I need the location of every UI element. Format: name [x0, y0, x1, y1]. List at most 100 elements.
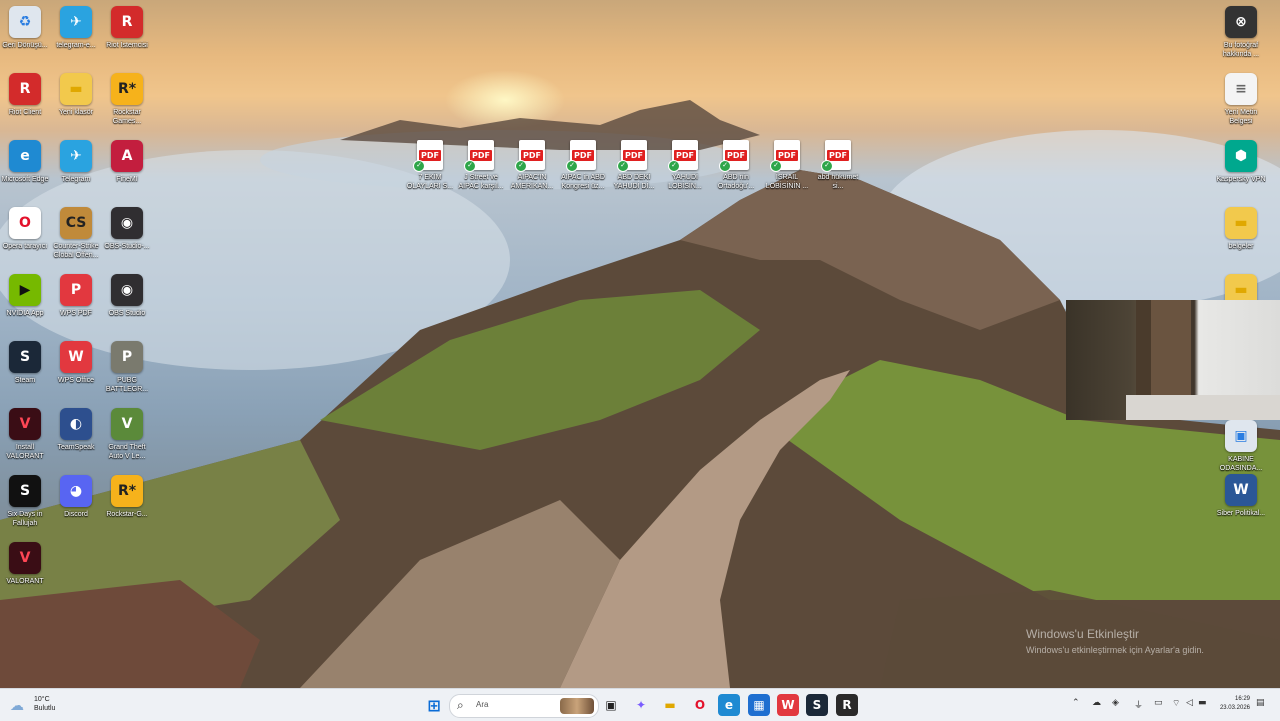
- desktop-icon-rockstar-g[interactable]: R* Rockstar-G...: [102, 473, 152, 535]
- desktop-icon-rockstar-games[interactable]: R* Rockstar Games...: [102, 71, 152, 133]
- security-icon[interactable]: ◈: [1112, 698, 1119, 708]
- desktop-icon-pubg-battlegr[interactable]: P PUBG BATTLEGR...: [102, 339, 152, 401]
- desktop-icon-riot-i-stemcisi[interactable]: R Riot İstemcisi: [102, 4, 152, 66]
- desktop-icon-label: Opera tarayıcı: [2, 243, 48, 250]
- desktop-icon-bu-foto-raf-hakk-nda[interactable]: ⊗ Bu fotoğraf hakkında ...: [1216, 4, 1266, 66]
- desktop-icon-wps-pdf[interactable]: P WPS PDF: [51, 272, 101, 334]
- desktop-icon-nvidia-app[interactable]: ▶ NVIDIA App: [0, 272, 50, 334]
- desktop-icon-obs-studio[interactable]: ◉ OBS Studio: [102, 272, 152, 334]
- pdf-file-icon[interactable]: PDF ✓ YAHUDİ LOBİSİN...: [660, 138, 710, 200]
- notification-icon[interactable]: ▤: [1256, 698, 1265, 708]
- pdf-tag: PDF: [776, 149, 798, 161]
- telegram-e-icon: ✈: [60, 6, 92, 38]
- desktop-icon-label: Riot İstemcisi: [106, 42, 148, 49]
- webcam-overlay: [1066, 300, 1280, 420]
- clock-time: 16:29: [1234, 696, 1250, 702]
- synced-check-icon: ✓: [515, 160, 527, 172]
- watermark-subtitle: Windows'u etkinleştirmek için Ayarlar'a …: [1026, 645, 1204, 655]
- usb-icon[interactable]: ⏚: [1134, 698, 1143, 711]
- taskbar-riot-button[interactable]: R: [836, 694, 858, 716]
- desktop-icon-label: Rockstar-G...: [106, 511, 148, 518]
- pdf-tag: PDF: [725, 149, 747, 161]
- desktop-icon-label: Bu fotoğraf hakkında ...: [1222, 42, 1260, 58]
- desktop-icon-belgeler[interactable]: ▬ belgeler: [1216, 205, 1266, 267]
- desktop-icon-siber-politikal[interactable]: W Siber Politikal...: [1216, 472, 1266, 534]
- taskbar-store-button[interactable]: ▦: [748, 694, 770, 716]
- search-box[interactable]: ⌕ Ara: [449, 694, 599, 718]
- taskbar-wps-office-button[interactable]: W: [777, 694, 799, 716]
- desktop-icon-kaspersky-vpn[interactable]: ⬢ Kaspersky VPN: [1216, 138, 1266, 200]
- desktop-icon-teamspeak[interactable]: ◐ TeamSpeak: [51, 406, 101, 468]
- taskbar-task-view-button[interactable]: ▣: [600, 694, 622, 716]
- pdf-file-icon[interactable]: PDF ✓ J Street ve AIPAC karşıl...: [456, 138, 506, 200]
- chevron-up-icon[interactable]: ⌃: [1072, 698, 1080, 708]
- taskbar-edge-button[interactable]: e: [718, 694, 740, 716]
- pdf-file-icon[interactable]: PDF ✓ ABD DEKİ YAHUDİ Dİ...: [609, 138, 659, 200]
- weather-widget[interactable]: ☁ 10°C Bulutlu: [10, 694, 80, 716]
- desktop-icon-label: Steam: [14, 377, 36, 384]
- desktop-icon-install-valorant[interactable]: V Install VALORANT: [0, 406, 50, 468]
- clock[interactable]: 16:29 23.03.2026: [1212, 695, 1250, 713]
- desktop-icon-label: Yeni Metin Belgesi: [1224, 109, 1258, 125]
- desktop-icon-microsoft-edge[interactable]: e Microsoft Edge: [0, 138, 50, 200]
- pdf-file-icon[interactable]: PDF ✓ İSRAİL LOBİSİNİN ...: [762, 138, 812, 200]
- pdf-file-icon[interactable]: PDF ✓ AIPAC'IN AMERİKAN...: [507, 138, 557, 200]
- desktop-icon-steam[interactable]: S Steam: [0, 339, 50, 401]
- pdf-file-icon[interactable]: PDF ✓ AIPAC in ABD Kongresi üz...: [558, 138, 608, 200]
- grand-theft-auto-v-le-icon: V: [111, 408, 143, 440]
- desktop-icon-label: Grand Theft Auto V Le...: [108, 444, 146, 460]
- pdf-tag: PDF: [521, 149, 543, 161]
- taskbar-copilot-button[interactable]: ✦: [630, 694, 652, 716]
- cloud-icon: ☁: [10, 697, 24, 713]
- desktop-icon-six-days-in-fallujah[interactable]: S Six Days in Fallujah: [0, 473, 50, 535]
- desktop-icon-obs-studio[interactable]: ◉ OBS-Studio-...: [102, 205, 152, 267]
- weather-temp: 10°C: [34, 696, 50, 703]
- desktop-icon-finemi[interactable]: A FineMI: [102, 138, 152, 200]
- desktop-icon-label: belgeler: [1228, 243, 1254, 250]
- desktop-icon-counter-strike-global-offen[interactable]: CS Counter-Strike Global Offen...: [51, 205, 101, 267]
- desktop-icon-opera-taray-c[interactable]: O Opera tarayıcı: [0, 205, 50, 267]
- activation-watermark: Windows'u Etkinleştir Windows'u etkinleş…: [1026, 626, 1204, 658]
- desktop-icon-label: WPS PDF: [60, 310, 92, 317]
- synced-check-icon: ✓: [413, 160, 425, 172]
- pdf-file-icon[interactable]: PDF ✓ 7 EKİM OLAYLARI S...: [405, 138, 455, 200]
- display-icon[interactable]: ▭: [1154, 698, 1163, 708]
- opera-taray-c-icon: O: [9, 207, 41, 239]
- rockstar-games-icon: R*: [111, 73, 143, 105]
- desktop-icon-label: Discord: [64, 511, 88, 518]
- teamspeak-icon: ◐: [60, 408, 92, 440]
- desktop-icon-riot-client[interactable]: R Riot Client: [0, 71, 50, 133]
- taskbar-opera-button[interactable]: O: [689, 694, 711, 716]
- desktop-icon-label: Counter-Strike Global Offen...: [53, 243, 99, 259]
- microsoft-edge-icon: e: [9, 140, 41, 172]
- desktop-icon-yeni-klas-r[interactable]: ▬ Yeni klasör: [51, 71, 101, 133]
- desktop-icon-discord[interactable]: ◕ Discord: [51, 473, 101, 535]
- desktop-icon-telegram-e[interactable]: ✈ telegram-e...: [51, 4, 101, 66]
- riot-client-icon: R: [9, 73, 41, 105]
- desktop-icon-label: Geri Dönüşü...: [2, 42, 48, 49]
- desktop-icon-wps-office[interactable]: W WPS Office: [51, 339, 101, 401]
- pdf-tag: PDF: [470, 149, 492, 161]
- desktop-icon-kabi-ne-odasinda[interactable]: ▣ KABİNE ODASINDA...: [1216, 418, 1266, 480]
- desktop-icon-geri-d-n[interactable]: ♻ Geri Dönüşü...: [0, 4, 50, 66]
- riot-i-stemcisi-icon: R: [111, 6, 143, 38]
- pdf-file-icon[interactable]: PDF ✓ abd hükümet si...: [813, 138, 863, 200]
- desktop-icon-grand-theft-auto-v-le[interactable]: V Grand Theft Auto V Le...: [102, 406, 152, 468]
- onedrive-icon[interactable]: ☁: [1092, 698, 1101, 708]
- start-button[interactable]: ⊞: [423, 694, 445, 716]
- pdf-file-label: YAHUDİ LOBİSİN...: [668, 174, 702, 190]
- taskbar-steam-button[interactable]: S: [806, 694, 828, 716]
- desktop-icon-telegram[interactable]: ✈ Telegram: [51, 138, 101, 200]
- nvidia-app-icon: ▶: [9, 274, 41, 306]
- wifi-icon[interactable]: ⌔: [1172, 698, 1180, 709]
- volume-icon[interactable]: ◁: [1186, 698, 1193, 708]
- pdf-file-icon[interactable]: PDF ✓ ABD nin Ortadoğu'...: [711, 138, 761, 200]
- obs-studio-icon: ◉: [111, 207, 143, 239]
- taskbar-file-explorer-button[interactable]: ▬: [659, 694, 681, 716]
- yeni-metin-belgesi-icon: ≡: [1225, 73, 1257, 105]
- battery-icon[interactable]: ▬: [1198, 698, 1207, 708]
- synced-check-icon: ✓: [770, 160, 782, 172]
- desktop-icon-valorant[interactable]: V VALORANT: [0, 540, 50, 602]
- pdf-file-label: İSRAİL LOBİSİNİN ...: [765, 174, 809, 190]
- desktop-icon-yeni-metin-belgesi[interactable]: ≡ Yeni Metin Belgesi: [1216, 71, 1266, 133]
